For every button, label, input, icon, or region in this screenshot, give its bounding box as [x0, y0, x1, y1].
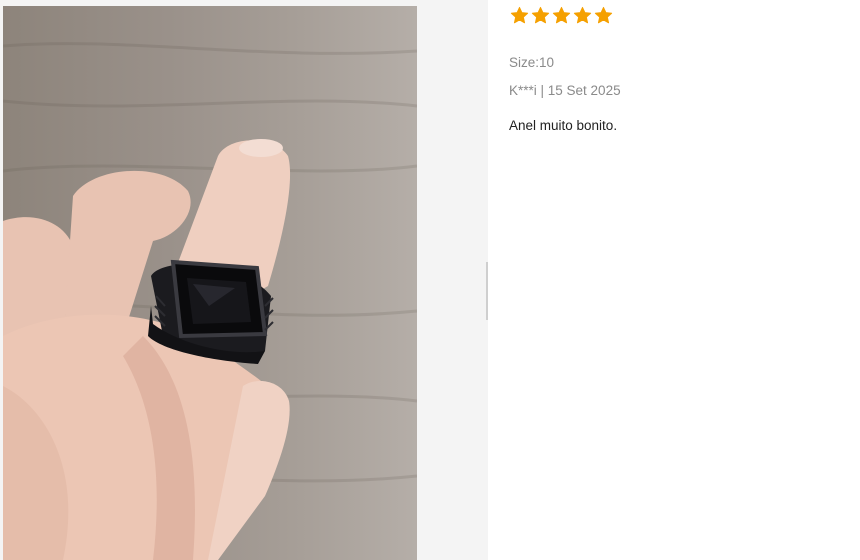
viewer-divider [486, 262, 488, 320]
star-icon [552, 6, 571, 24]
review-author-date: K***i | 15 Set 2025 [509, 83, 621, 98]
star-icon [594, 6, 613, 24]
star-icon [573, 6, 592, 24]
review-photo[interactable] [3, 6, 417, 560]
review-viewer-page: Size:10 K***i | 15 Set 2025 Anel muito b… [0, 0, 860, 560]
image-viewer [0, 0, 488, 560]
review-details: Size:10 K***i | 15 Set 2025 Anel muito b… [509, 0, 849, 560]
star-icon [531, 6, 550, 24]
star-rating [510, 6, 613, 25]
review-size: Size:10 [509, 55, 555, 70]
star-icon [510, 6, 529, 24]
ring-photo-illustration [3, 42, 417, 560]
review-body: Anel muito bonito. [509, 118, 618, 133]
